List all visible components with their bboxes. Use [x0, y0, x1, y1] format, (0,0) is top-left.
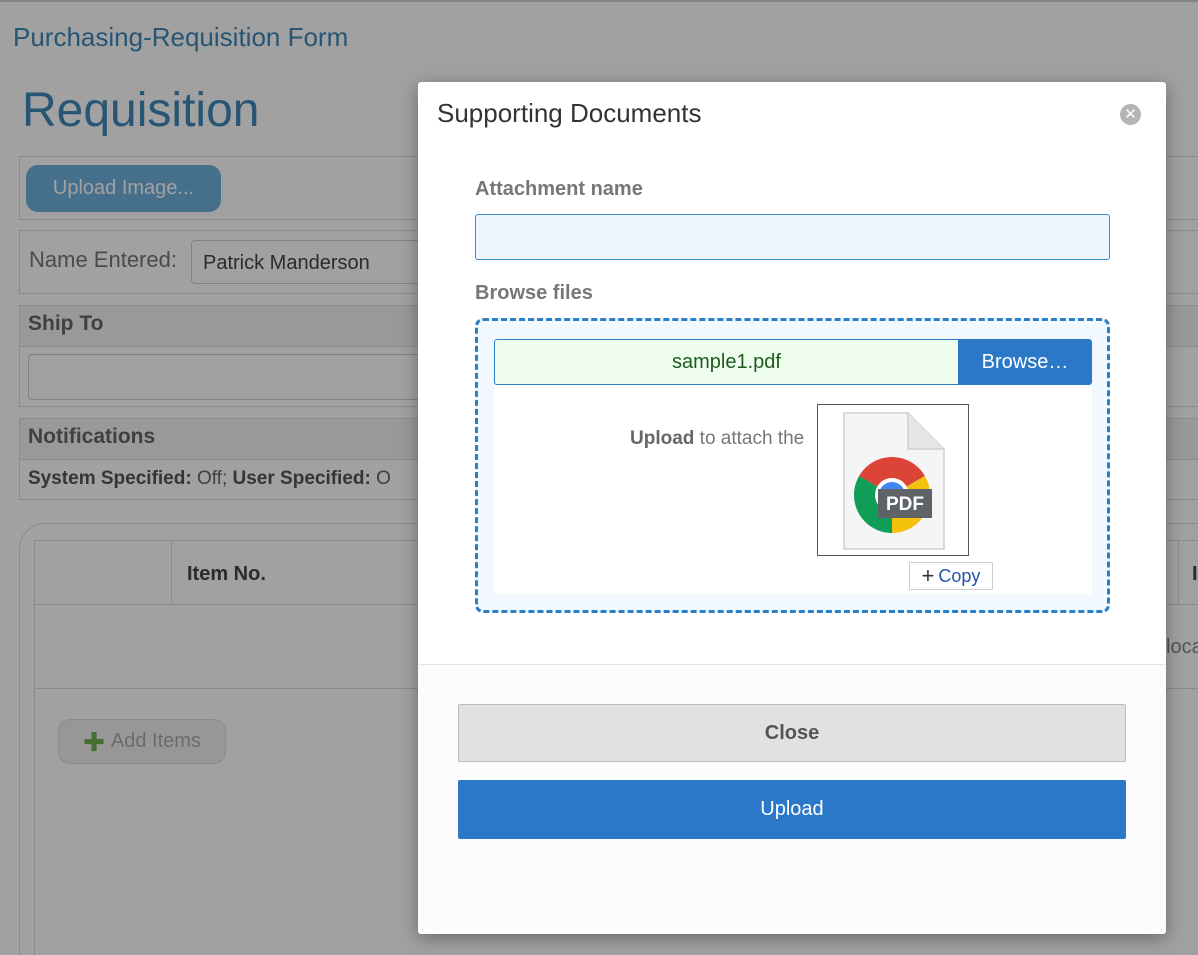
attachment-name-label: Attachment name [475, 178, 643, 200]
pdf-file-icon: PDF [843, 412, 945, 550]
upload-button[interactable]: Upload [458, 780, 1126, 839]
browse-button[interactable]: Browse… [958, 339, 1092, 385]
drag-copy-indicator: + Copy [909, 562, 993, 590]
drop-instructions-rest: to attach the [694, 428, 805, 449]
copy-label: Copy [938, 565, 981, 586]
attachment-name-input[interactable] [475, 214, 1110, 260]
drop-instructions-bold: Upload [630, 428, 695, 449]
selected-file-field[interactable]: sample1.pdf [494, 339, 958, 385]
supporting-documents-modal: Supporting Documents ✕ Attachment name B… [418, 82, 1166, 934]
drop-instructions: Upload to attach the [630, 428, 804, 450]
close-icon[interactable]: ✕ [1120, 104, 1141, 125]
close-button[interactable]: Close [458, 704, 1126, 762]
drag-preview: PDF [817, 404, 969, 556]
drop-zone-inner: sample1.pdf Browse… Upload to attach the [494, 339, 1092, 594]
plus-icon: + [921, 563, 935, 588]
browse-files-label: Browse files [475, 282, 593, 304]
pdf-badge-text: PDF [886, 494, 924, 515]
modal-title: Supporting Documents [437, 98, 702, 128]
file-drop-zone[interactable]: sample1.pdf Browse… Upload to attach the [475, 318, 1110, 613]
